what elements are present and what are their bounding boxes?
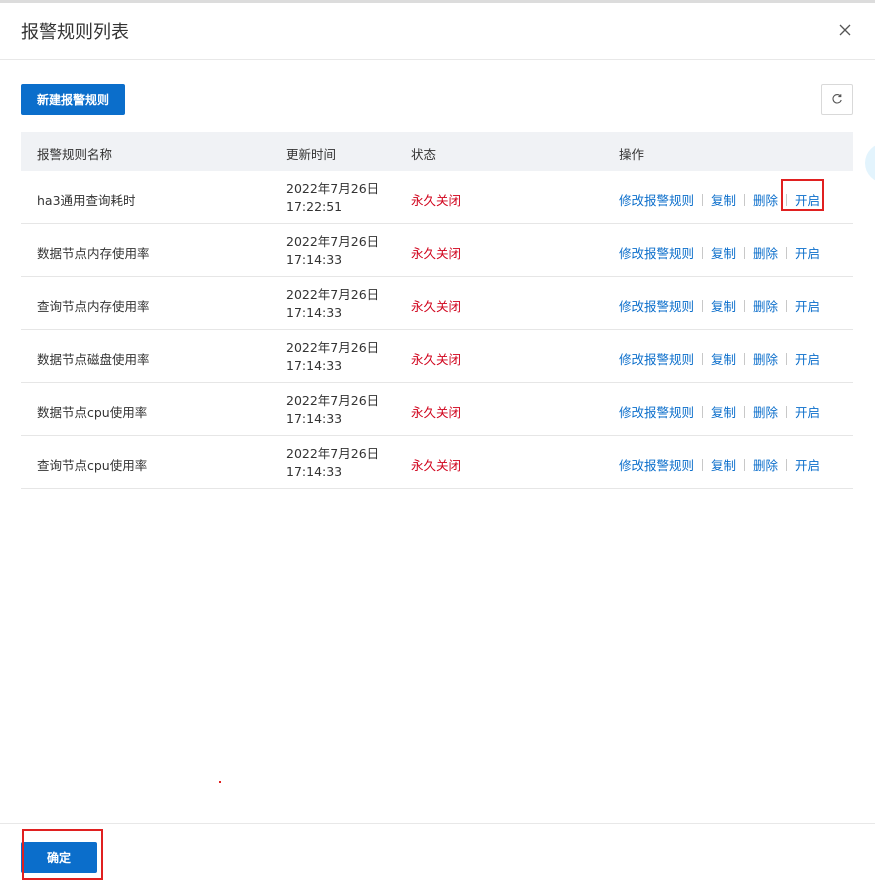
delete-link[interactable]: 删除 bbox=[753, 190, 778, 209]
update-date: 2022年7月26日 bbox=[286, 234, 380, 249]
close-icon[interactable] bbox=[835, 20, 855, 40]
dialog-footer bbox=[0, 823, 875, 880]
divider bbox=[786, 458, 788, 471]
edit-rule-link[interactable]: 修改报警规则 bbox=[619, 190, 694, 209]
highlight-enable-first-row bbox=[781, 179, 824, 211]
rule-name: 数据节点内存使用率 bbox=[37, 246, 150, 261]
update-clock: 17:14:33 bbox=[286, 464, 343, 479]
divider bbox=[744, 352, 746, 365]
update-time: 2022年7月26日 17:14:33 bbox=[286, 233, 379, 269]
row-actions: 修改报警规则 复制 删除 开启 bbox=[619, 402, 820, 421]
update-time: 2022年7月26日 17:22:51 bbox=[286, 180, 379, 216]
status-badge: 永久关闭 bbox=[411, 458, 462, 473]
divider bbox=[744, 405, 746, 418]
update-date: 2022年7月26日 bbox=[286, 287, 380, 302]
rule-name: 查询节点内存使用率 bbox=[37, 299, 150, 314]
dialog-header: 报警规则列表 bbox=[0, 3, 875, 60]
status-badge: 永久关闭 bbox=[411, 193, 462, 208]
divider bbox=[702, 193, 704, 206]
rule-name: 数据节点cpu使用率 bbox=[37, 405, 148, 420]
table-row: 查询节点cpu使用率 2022年7月26日 17:14:33 永久关闭 修改报警… bbox=[21, 436, 853, 489]
divider bbox=[786, 405, 788, 418]
edit-rule-link[interactable]: 修改报警规则 bbox=[619, 349, 694, 368]
status-badge: 永久关闭 bbox=[411, 352, 462, 367]
divider bbox=[702, 458, 704, 471]
enable-link[interactable]: 开启 bbox=[795, 455, 820, 474]
update-clock: 17:14:33 bbox=[286, 411, 343, 426]
edit-rule-link[interactable]: 修改报警规则 bbox=[619, 455, 694, 474]
divider bbox=[744, 458, 746, 471]
row-actions: 修改报警规则 复制 删除 开启 bbox=[619, 296, 820, 315]
update-clock: 17:14:33 bbox=[286, 305, 343, 320]
update-date: 2022年7月26日 bbox=[286, 446, 380, 461]
update-time: 2022年7月26日 17:14:33 bbox=[286, 286, 379, 322]
update-time: 2022年7月26日 17:14:33 bbox=[286, 339, 379, 375]
row-actions: 修改报警规则 复制 删除 开启 bbox=[619, 349, 820, 368]
rule-name: ha3通用查询耗时 bbox=[37, 193, 136, 208]
delete-link[interactable]: 删除 bbox=[753, 243, 778, 262]
copy-link[interactable]: 复制 bbox=[711, 455, 736, 474]
rule-name: 查询节点cpu使用率 bbox=[37, 458, 148, 473]
refresh-icon bbox=[831, 90, 843, 109]
dialog-title: 报警规则列表 bbox=[21, 22, 129, 43]
delete-link[interactable]: 删除 bbox=[753, 455, 778, 474]
update-clock: 17:22:51 bbox=[286, 199, 343, 214]
update-date: 2022年7月26日 bbox=[286, 393, 380, 408]
divider bbox=[702, 246, 704, 259]
alert-rules-table: 报警规则名称 更新时间 状态 操作 ha3通用查询耗时 2022年7月26日 1… bbox=[21, 132, 853, 489]
status-badge: 永久关闭 bbox=[411, 246, 462, 261]
new-alert-rule-button[interactable]: 新建报警规则 bbox=[21, 84, 125, 115]
update-time: 2022年7月26日 17:14:33 bbox=[286, 392, 379, 428]
update-date: 2022年7月26日 bbox=[286, 181, 380, 196]
table-header: 报警规则名称 更新时间 状态 操作 bbox=[21, 132, 853, 171]
divider bbox=[786, 352, 788, 365]
copy-link[interactable]: 复制 bbox=[711, 349, 736, 368]
divider bbox=[744, 193, 746, 206]
header-ops: 操作 bbox=[619, 147, 645, 162]
copy-link[interactable]: 复制 bbox=[711, 296, 736, 315]
divider bbox=[744, 299, 746, 312]
table-row: 数据节点内存使用率 2022年7月26日 17:14:33 永久关闭 修改报警规… bbox=[21, 224, 853, 277]
update-clock: 17:14:33 bbox=[286, 252, 343, 267]
status-badge: 永久关闭 bbox=[411, 299, 462, 314]
row-actions: 修改报警规则 复制 删除 开启 bbox=[619, 455, 820, 474]
update-clock: 17:14:33 bbox=[286, 358, 343, 373]
divider bbox=[702, 299, 704, 312]
divider bbox=[744, 246, 746, 259]
delete-link[interactable]: 删除 bbox=[753, 296, 778, 315]
copy-link[interactable]: 复制 bbox=[711, 243, 736, 262]
divider bbox=[786, 299, 788, 312]
update-date: 2022年7月26日 bbox=[286, 340, 380, 355]
red-dot-marker bbox=[219, 781, 221, 783]
status-badge: 永久关闭 bbox=[411, 405, 462, 420]
divider bbox=[702, 405, 704, 418]
edit-rule-link[interactable]: 修改报警规则 bbox=[619, 296, 694, 315]
refresh-button[interactable] bbox=[821, 84, 853, 115]
copy-link[interactable]: 复制 bbox=[711, 402, 736, 421]
highlight-ok-button bbox=[22, 829, 103, 880]
side-float-indicator bbox=[865, 143, 875, 183]
table-row: 数据节点cpu使用率 2022年7月26日 17:14:33 永久关闭 修改报警… bbox=[21, 383, 853, 436]
enable-link[interactable]: 开启 bbox=[795, 349, 820, 368]
table-body: ha3通用查询耗时 2022年7月26日 17:22:51 永久关闭 修改报警规… bbox=[21, 171, 853, 489]
header-status: 状态 bbox=[411, 147, 437, 162]
copy-link[interactable]: 复制 bbox=[711, 190, 736, 209]
table-row: 查询节点内存使用率 2022年7月26日 17:14:33 永久关闭 修改报警规… bbox=[21, 277, 853, 330]
edit-rule-link[interactable]: 修改报警规则 bbox=[619, 402, 694, 421]
table-row: ha3通用查询耗时 2022年7月26日 17:22:51 永久关闭 修改报警规… bbox=[21, 171, 853, 224]
divider bbox=[702, 352, 704, 365]
enable-link[interactable]: 开启 bbox=[795, 402, 820, 421]
enable-link[interactable]: 开启 bbox=[795, 296, 820, 315]
header-time: 更新时间 bbox=[286, 147, 337, 162]
update-time: 2022年7月26日 17:14:33 bbox=[286, 445, 379, 481]
rule-name: 数据节点磁盘使用率 bbox=[37, 352, 150, 367]
edit-rule-link[interactable]: 修改报警规则 bbox=[619, 243, 694, 262]
divider bbox=[786, 246, 788, 259]
table-row: 数据节点磁盘使用率 2022年7月26日 17:14:33 永久关闭 修改报警规… bbox=[21, 330, 853, 383]
delete-link[interactable]: 删除 bbox=[753, 402, 778, 421]
delete-link[interactable]: 删除 bbox=[753, 349, 778, 368]
header-name: 报警规则名称 bbox=[37, 147, 113, 162]
enable-link[interactable]: 开启 bbox=[795, 243, 820, 262]
row-actions: 修改报警规则 复制 删除 开启 bbox=[619, 243, 820, 262]
